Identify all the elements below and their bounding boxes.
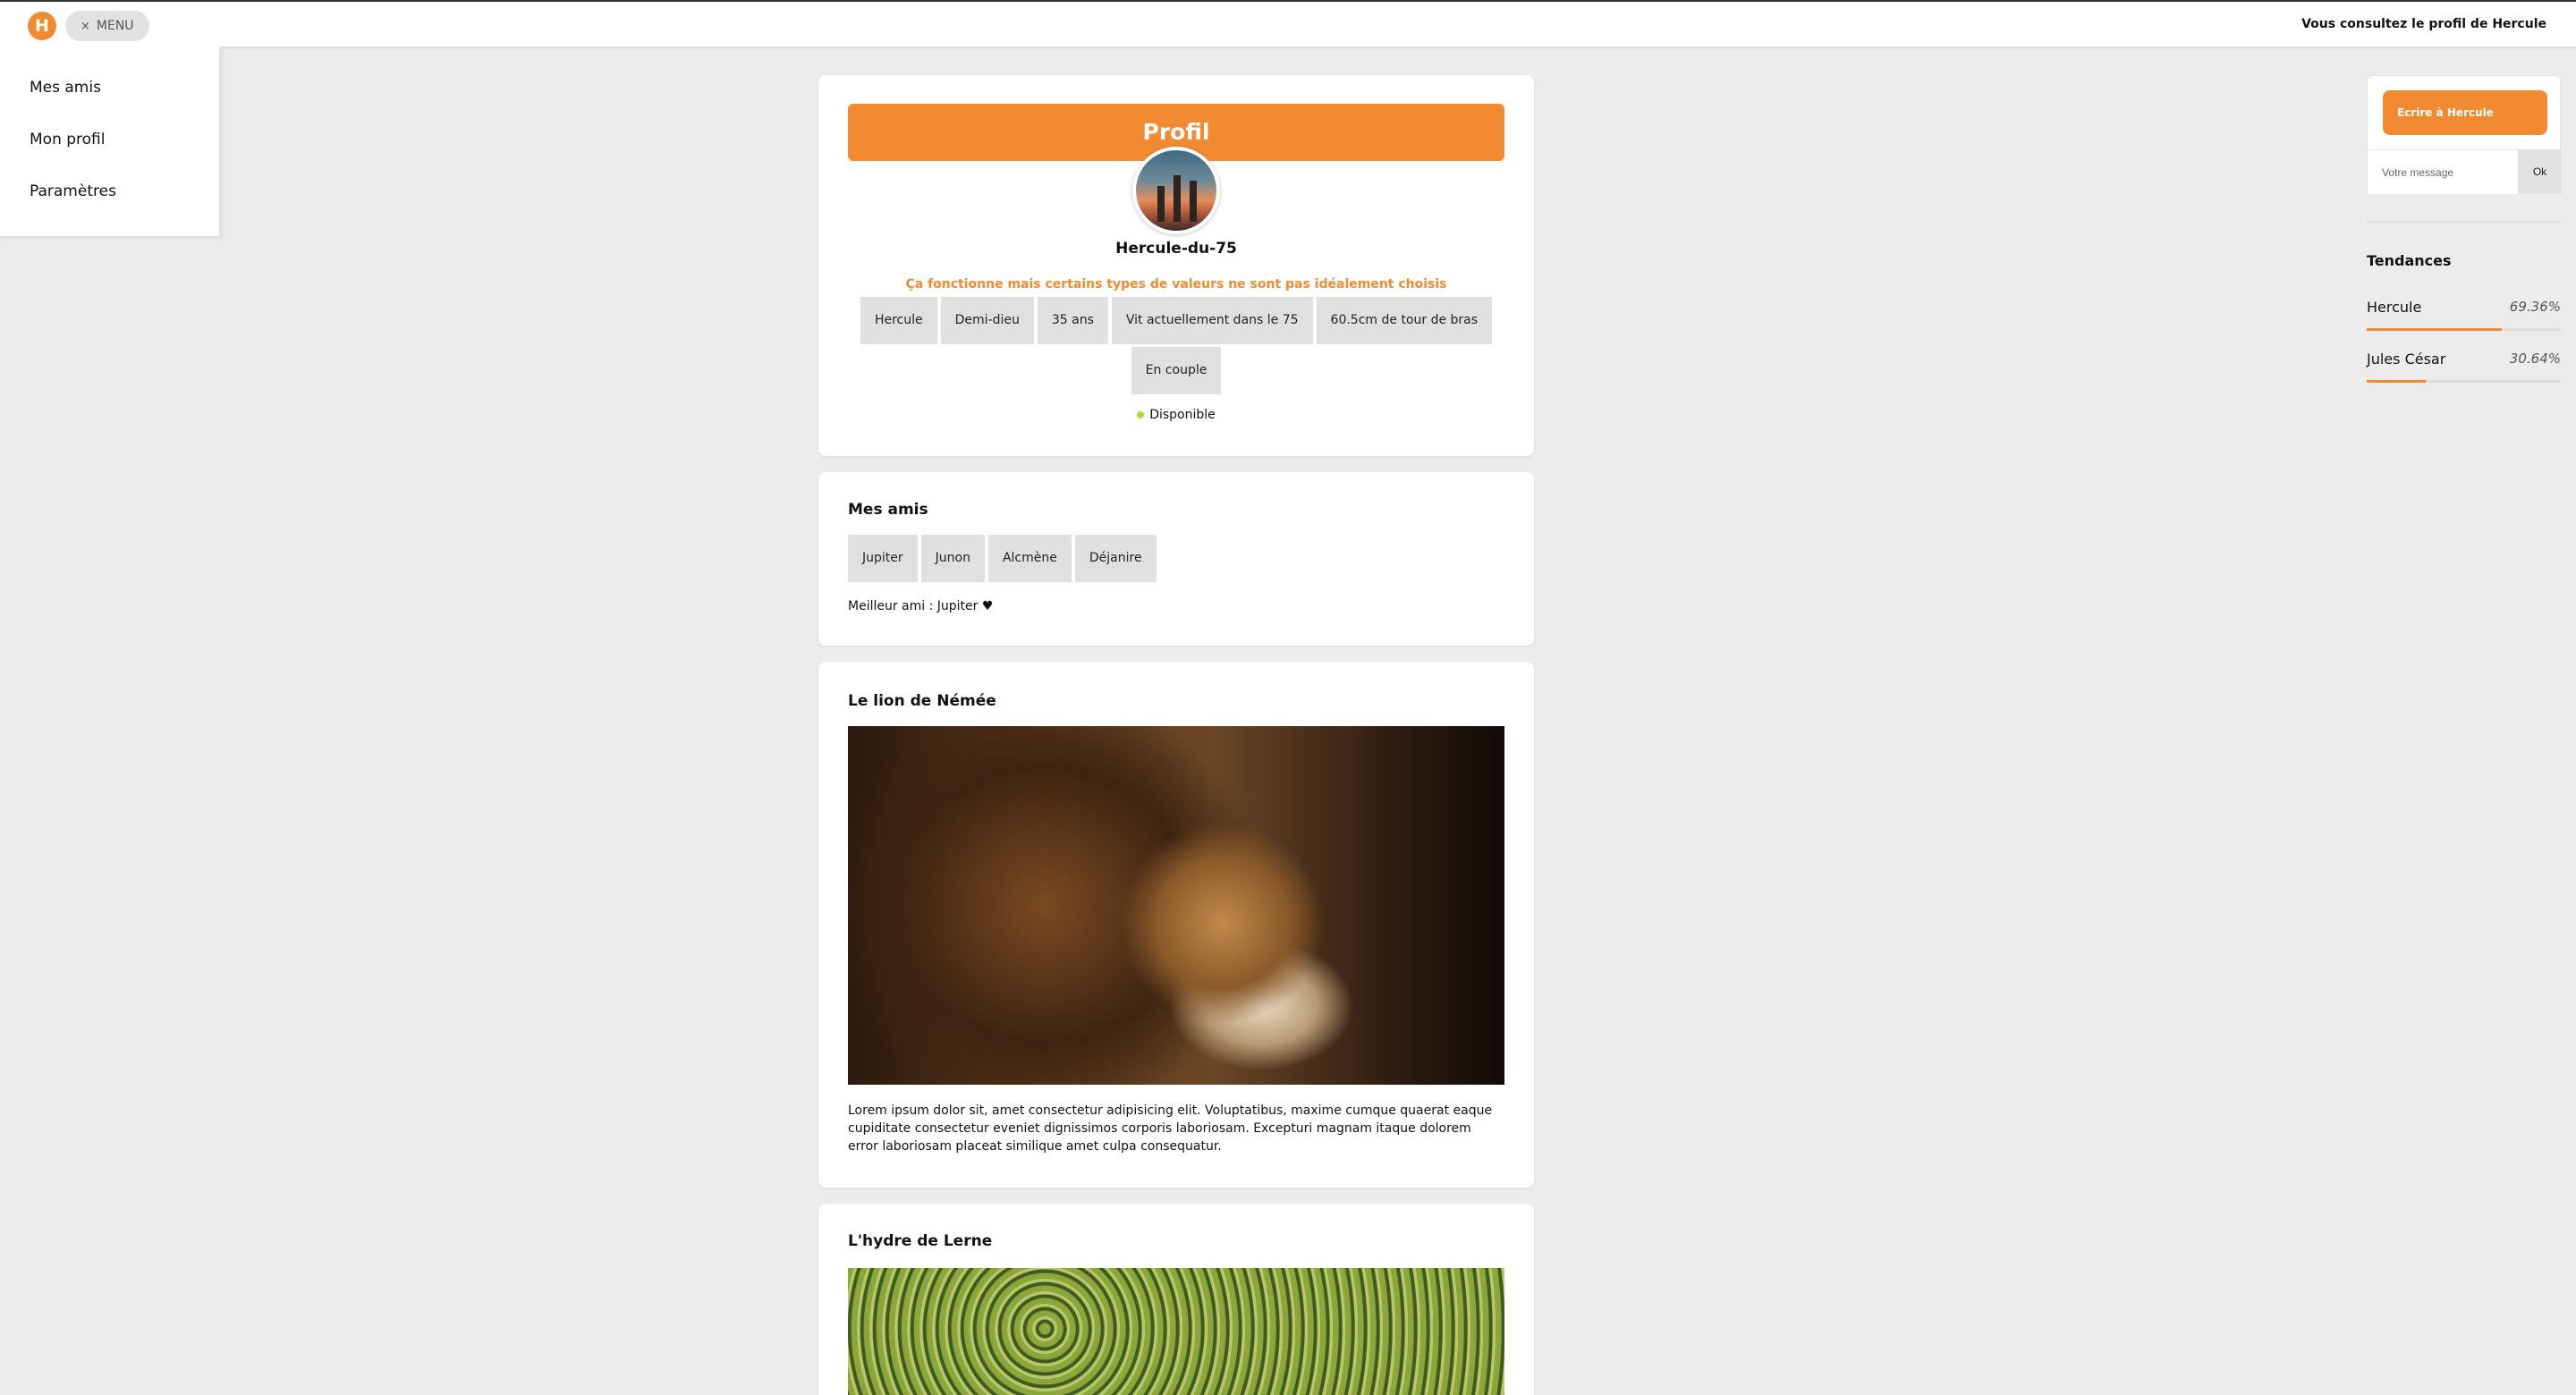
trend-bar-fill <box>2367 380 2427 383</box>
post-title: Le lion de Némée <box>848 692 996 710</box>
trend-name: Hercule <box>2367 299 2422 316</box>
menu-item-mes-amis[interactable]: Mes amis <box>30 79 101 97</box>
top-bar: H × MENU Vous consultez le profil de Herc… <box>0 0 2576 46</box>
profile-card: Profil Hercule-du-75 Ça fonctionne mais … <box>818 75 1534 456</box>
trend-bar-fill <box>2367 328 2502 331</box>
status-text: Disponible <box>1149 408 1216 422</box>
send-ok-button[interactable]: Ok <box>2518 149 2562 194</box>
write-message-button[interactable]: Ecrire à Hercule <box>2383 90 2547 135</box>
post-card: L'hydre de Lerne <box>818 1204 1534 1395</box>
best-friend: Meilleur ami : Jupiter ♥ <box>848 599 994 613</box>
friend-tag[interactable]: Jupiter <box>848 535 918 582</box>
post-text: Lorem ipsum dolor sit, amet consectetur … <box>848 1103 1493 1154</box>
profile-tag: Demi-dieu <box>940 297 1034 344</box>
friends-list: Jupiter Junon Alcmène Déjanire <box>848 535 1157 582</box>
trend-name: Jules César <box>2367 351 2446 368</box>
profile-tag: Vit actuellement dans le 75 <box>1111 297 1313 344</box>
post-card: Le lion de Némée Lorem ipsum dolor sit, … <box>818 662 1534 1188</box>
close-icon: × <box>80 20 90 33</box>
trend-percent: 30.64% <box>2509 351 2561 367</box>
message-input[interactable] <box>2368 149 2518 194</box>
status-dot-icon <box>1137 411 1145 418</box>
menu-toggle-button[interactable]: × MENU <box>65 11 149 41</box>
trend-item[interactable]: Hercule 69.36% <box>2367 299 2561 334</box>
friends-card: Mes amis Jupiter Junon Alcmène Déjanire … <box>818 472 1534 646</box>
avatar <box>1132 147 1220 234</box>
friend-tag[interactable]: Déjanire <box>1074 535 1157 582</box>
menu-item-parametres[interactable]: Paramètres <box>30 182 116 200</box>
trend-item[interactable]: Jules César 30.64% <box>2367 351 2561 386</box>
friend-tag[interactable]: Alcmène <box>987 535 1072 582</box>
profile-tag: 35 ans <box>1037 297 1108 344</box>
menu-item-mon-profil[interactable]: Mon profil <box>30 131 106 148</box>
warning-text: Ça fonctionne mais certains types de val… <box>905 277 1447 292</box>
profile-tag: Hercule <box>860 297 937 344</box>
status-indicator: Disponible <box>818 408 1534 422</box>
post-title: L'hydre de Lerne <box>848 1232 993 1250</box>
lion-photo <box>848 726 1504 1085</box>
trend-percent: 69.36% <box>2509 299 2561 315</box>
trend-bar-track <box>2367 380 2561 383</box>
friends-title: Mes amis <box>848 501 928 519</box>
menu-toggle-label: MENU <box>96 19 134 33</box>
profile-tags: Hercule Demi-dieu 35 ans Vit actuellemen… <box>854 297 1498 344</box>
username: Hercule-du-75 <box>1115 240 1237 258</box>
profile-tag: 60.5cm de tour de bras <box>1316 297 1493 344</box>
divider <box>2367 221 2561 223</box>
message-card: Ecrire à Hercule Ok <box>2367 75 2562 194</box>
app-logo[interactable]: H <box>28 12 56 40</box>
viewing-profile-text: Vous consultez le profil de Hercule <box>2301 17 2546 31</box>
friend-tag[interactable]: Junon <box>920 535 985 582</box>
hydra-photo <box>848 1268 1504 1395</box>
side-menu: Mes amis Mon profil Paramètres <box>0 46 222 236</box>
trend-bar-track <box>2367 328 2561 331</box>
profile-tags-row-2: En couple <box>854 347 1498 394</box>
profile-tag: En couple <box>1131 347 1222 394</box>
trends-title: Tendances <box>2367 252 2452 269</box>
